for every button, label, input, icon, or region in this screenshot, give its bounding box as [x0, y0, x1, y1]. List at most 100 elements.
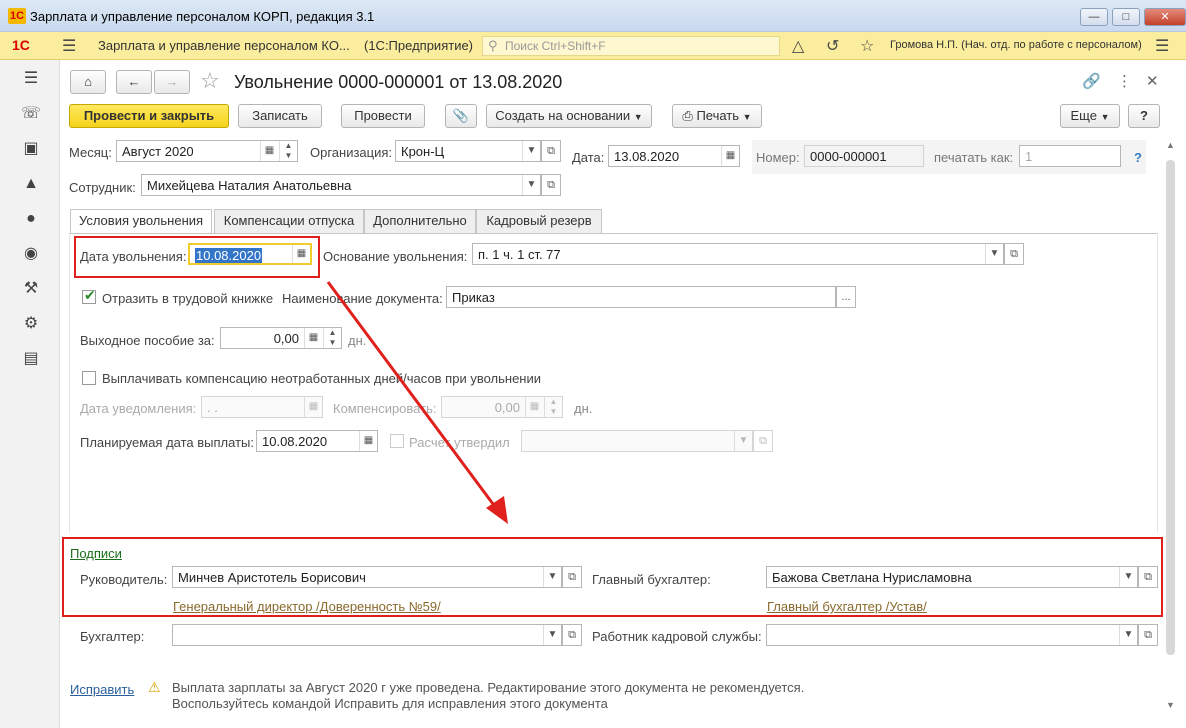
save-button[interactable]: Записать	[238, 104, 322, 128]
helmet-icon[interactable]: ◉	[20, 243, 42, 265]
current-user[interactable]: Громова Н.П. (Нач. отд. по работе с перс…	[890, 39, 1142, 51]
dropdown-arrow-icon[interactable]: ▼	[543, 567, 561, 587]
tab-additional[interactable]: Дополнительно	[364, 209, 476, 233]
organization-field[interactable]: Крон-Ц ▼	[395, 140, 541, 162]
attach-button[interactable]: 📎	[445, 104, 477, 128]
tab-vacation-compensation[interactable]: Компенсации отпуска	[214, 209, 364, 233]
head-field[interactable]: Минчев Аристотель Борисович ▼	[172, 566, 562, 588]
print-as-field[interactable]: 1	[1019, 145, 1121, 167]
employee-field[interactable]: Михейцева Наталия Анатольевна ▼	[141, 174, 541, 196]
more-button[interactable]: Еще ▼	[1060, 104, 1120, 128]
minimize-button[interactable]: —	[1080, 8, 1108, 26]
id-card-icon[interactable]: ▤	[20, 348, 42, 370]
post-button[interactable]: Провести	[341, 104, 425, 128]
employee-label: Сотрудник:	[69, 180, 136, 195]
annotation-arrow	[326, 281, 508, 524]
more-vertical-icon[interactable]: ⋮	[1117, 72, 1132, 90]
settings-menu-icon[interactable]: ☰	[1155, 36, 1169, 56]
graduation-cap-icon[interactable]: ▲	[20, 173, 42, 195]
dropdown-arrow-icon[interactable]: ▼	[543, 625, 561, 645]
planned-pay-label: Планируемая дата выплаты:	[80, 435, 254, 450]
severance-value: 0,00	[273, 331, 299, 346]
compensate-unit: дн.	[574, 401, 593, 416]
gear-icon[interactable]: ⚙	[20, 313, 42, 335]
window-titlebar: 1С Зарплата и управление персоналом КОРП…	[0, 0, 1186, 32]
scroll-up-icon[interactable]: ▲	[1166, 140, 1175, 150]
approved-field[interactable]: ▼	[521, 430, 753, 452]
dismissal-date-field[interactable]: 10.08.2020 ▦	[188, 243, 312, 265]
chief-accountant-position-link[interactable]: Главный бухгалтер /Устав/	[767, 599, 927, 614]
open-chief-accountant-icon[interactable]: ⧉	[1138, 566, 1158, 588]
back-button[interactable]: ←	[116, 70, 152, 94]
help-button[interactable]: ?	[1128, 104, 1160, 128]
open-hr-worker-icon[interactable]: ⧉	[1138, 624, 1158, 646]
printer-icon: ⎙	[682, 108, 693, 123]
close-window-button[interactable]: ✕	[1144, 8, 1186, 26]
search-input[interactable]: ⚲ Поиск Ctrl+Shift+F	[482, 36, 780, 56]
workbook-checkbox[interactable]: ✔	[82, 287, 96, 304]
phone-icon[interactable]: ☏	[20, 103, 42, 125]
arrow-line	[326, 281, 498, 509]
1c-logo-icon: 1С	[12, 37, 30, 53]
number-field[interactable]: 0000-000001	[804, 145, 924, 167]
people-icon[interactable]: ●	[20, 208, 42, 230]
scroll-down-icon[interactable]: ▼	[1166, 700, 1175, 710]
dropdown-arrow-icon[interactable]: ▼	[1119, 625, 1137, 645]
open-employee-icon[interactable]: ⧉	[541, 174, 561, 196]
open-head-icon[interactable]: ⧉	[562, 566, 582, 588]
spin-icon[interactable]: ▲ ▼	[279, 141, 297, 161]
open-basis-icon[interactable]: ⧉	[1004, 243, 1024, 265]
month-field[interactable]: Август 2020 ▦ ▲ ▼	[116, 140, 298, 162]
create-based-on-button[interactable]: Создать на основании ▼	[486, 104, 652, 128]
favorite-star-icon[interactable]: ☆	[200, 68, 220, 94]
star-icon[interactable]: ☆	[860, 36, 874, 56]
dropdown-arrow-icon[interactable]: ▼	[522, 175, 540, 195]
close-form-icon[interactable]: ✕	[1146, 72, 1159, 90]
main-menu-icon[interactable]: ☰	[20, 68, 42, 90]
forward-button[interactable]: →	[154, 70, 190, 94]
link-icon[interactable]: 🔗	[1082, 72, 1101, 90]
dismissal-basis-field[interactable]: п. 1 ч. 1 ст. 77 ▼	[472, 243, 1004, 265]
maximize-button[interactable]: □	[1112, 8, 1140, 26]
spin-icon[interactable]: ▲ ▼	[544, 397, 562, 417]
head-label: Руководитель:	[80, 572, 168, 587]
head-position-link[interactable]: Генеральный директор /Доверенность №59/	[173, 599, 441, 614]
menu-icon[interactable]: ☰	[62, 36, 76, 56]
dropdown-arrow-icon[interactable]: ▼	[522, 141, 540, 161]
date-field[interactable]: 13.08.2020 ▦	[608, 145, 740, 167]
gift-icon[interactable]: ▣	[20, 138, 42, 160]
print-button[interactable]: ⎙ Печать ▼	[672, 104, 762, 128]
app-logo-icon: 1С	[8, 8, 26, 24]
calendar-icon[interactable]: ▦	[721, 146, 739, 166]
open-organization-icon[interactable]: ⧉	[541, 140, 561, 162]
workbook-label: Отразить в трудовой книжке	[102, 291, 274, 306]
fix-link[interactable]: Исправить	[70, 682, 134, 697]
hr-worker-field[interactable]: ▼	[766, 624, 1138, 646]
open-approved-icon[interactable]: ⧉	[753, 430, 773, 452]
dropdown-arrow-icon[interactable]: ▼	[985, 244, 1003, 264]
dropdown-arrow-icon[interactable]: ▼	[1119, 567, 1137, 587]
open-accountant-icon[interactable]: ⧉	[562, 624, 582, 646]
vertical-scrollbar[interactable]	[1166, 160, 1175, 655]
bell-icon[interactable]: △	[792, 36, 804, 56]
wrench-icon[interactable]: ⚒	[20, 278, 42, 300]
home-button[interactable]: ⌂	[70, 70, 106, 94]
employee-value: Михейцева Наталия Анатольевна	[147, 178, 352, 193]
post-and-close-button[interactable]: Провести и закрыть	[69, 104, 229, 128]
dropdown-arrow-icon[interactable]: ▼	[734, 431, 752, 451]
dropdown-arrow-icon: ▼	[742, 112, 752, 122]
accountant-field[interactable]: ▼	[172, 624, 562, 646]
dismissal-basis-label: Основание увольнения:	[323, 249, 468, 264]
calendar-icon[interactable]: ▦	[292, 245, 310, 263]
history-icon[interactable]: ↺	[826, 36, 839, 56]
document-name-select-button[interactable]: ...	[836, 286, 856, 308]
tab-dismissal-conditions[interactable]: Условия увольнения	[70, 209, 212, 234]
chief-accountant-field[interactable]: Бажова Светлана Нурисламовна ▼	[766, 566, 1138, 588]
tab-personnel-reserve[interactable]: Кадровый резерв	[476, 209, 602, 233]
warning-line-2: Воспользуйтесь командой Исправить для ис…	[172, 696, 608, 711]
print-as-help-icon[interactable]: ?	[1134, 150, 1142, 165]
organization-label: Организация:	[310, 145, 393, 160]
warning-icon: ⚠	[148, 679, 161, 695]
pay-compensation-checkbox[interactable]	[82, 371, 96, 385]
calendar-icon[interactable]: ▦	[260, 141, 278, 161]
